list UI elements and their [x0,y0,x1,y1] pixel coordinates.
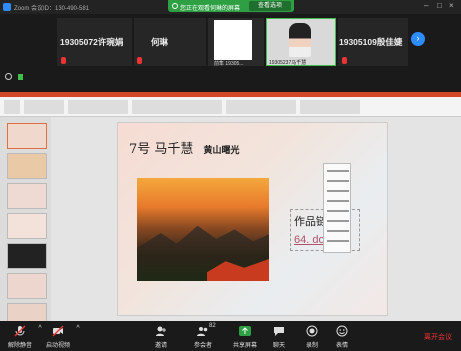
slide-thumbnail[interactable] [7,273,47,299]
slide-subtitle: 黄山曙光 [203,146,240,156]
window-title: Zoom 会议ID：130-490-581 [14,6,90,12]
muted-mic-icon [342,57,347,64]
participant-tile[interactable]: 前隼 19305... [208,18,264,67]
ribbon-group [226,100,296,114]
participant-tile[interactable]: 19305109殷佳婕 [338,18,408,66]
slide-title: 7号 马千慧 黄山曙光 [129,142,240,157]
share-status-icon [172,3,178,9]
ribbon-group [68,100,128,114]
share-banner-text: 您正在观看何琳的屏幕 [180,6,241,12]
chat-button[interactable]: 聊天 [264,321,294,351]
context-menu-item[interactable] [327,170,349,172]
context-menu-item[interactable] [327,200,349,202]
ppt-ribbon [0,97,461,117]
active-speaker-tile[interactable]: 19305237马千慧 [266,18,336,66]
huangshan-sunrise-photo [137,178,269,281]
slide-thumbnail[interactable] [7,153,47,179]
participant-name: 前隼 19305... [214,61,244,67]
start-video-button[interactable]: 启动视频 [40,321,76,351]
participants-count: 82 [209,323,216,329]
info-icon[interactable] [5,73,12,80]
minimize-icon[interactable]: – [424,2,428,10]
slide-thumbnail[interactable] [7,183,47,209]
chat-icon [274,327,284,336]
emoji-icon [336,325,348,337]
maximize-icon[interactable]: □ [437,2,442,10]
participant-name: 19305109殷佳婕 [339,37,403,47]
record-icon [306,325,318,337]
context-menu-item[interactable] [327,240,349,242]
participant-tile[interactable]: 19305072许琬娟 [57,18,132,66]
slide-thumbnail[interactable] [7,123,47,149]
reactions-button[interactable]: 表情 [327,321,357,351]
participant-tile[interactable]: 何琳 [134,18,206,66]
context-menu-item[interactable] [327,230,349,232]
record-button[interactable]: 录制 [297,321,327,351]
participant-name: 19305072许琬娟 [60,37,124,47]
video-options-chevron-icon[interactable]: ^ [73,325,83,351]
next-page-button[interactable]: › [411,32,425,46]
context-menu[interactable] [323,163,351,253]
meeting-status [5,73,23,82]
video-off-icon [52,325,64,337]
participant-name: 何琳 [151,37,169,47]
ribbon-group [24,100,64,114]
ribbon-group [132,100,222,114]
participant-name: 19305237马千慧 [269,60,307,66]
context-menu-item[interactable] [327,180,349,182]
invite-button[interactable]: 邀请 [146,321,176,351]
ribbon-group [4,100,20,114]
zoom-logo-icon [3,3,11,11]
context-menu-item[interactable] [327,220,349,222]
muted-mic-icon [61,57,66,64]
encryption-icon[interactable] [17,74,23,80]
share-screen-button[interactable]: 共享屏幕 [229,321,261,351]
participants-icon [197,327,208,336]
video-feed-image [214,20,252,60]
unmute-button[interactable]: 解除静音 [2,321,38,351]
muted-microphone-icon [14,325,26,337]
slide-thumbnail-pane [0,117,51,329]
participant-video-image [289,23,311,57]
context-menu-item[interactable] [327,190,349,192]
leave-meeting-button[interactable]: 离开会议 [424,332,452,342]
share-screen-icon [239,326,251,336]
ribbon-group [300,100,360,114]
context-menu-item[interactable] [327,210,349,212]
slide-thumbnail[interactable] [7,243,47,269]
slide-thumbnail[interactable] [7,213,47,239]
muted-mic-icon [137,57,142,64]
close-icon[interactable]: × [449,2,454,10]
add-person-icon [156,326,166,336]
view-options-button[interactable]: 查看选项 [249,1,291,11]
meeting-toolbar: 解除静音 ^ 启动视频 ^ 邀请 参会者 82 共享屏幕 聊天 录制 表情 [0,321,461,351]
